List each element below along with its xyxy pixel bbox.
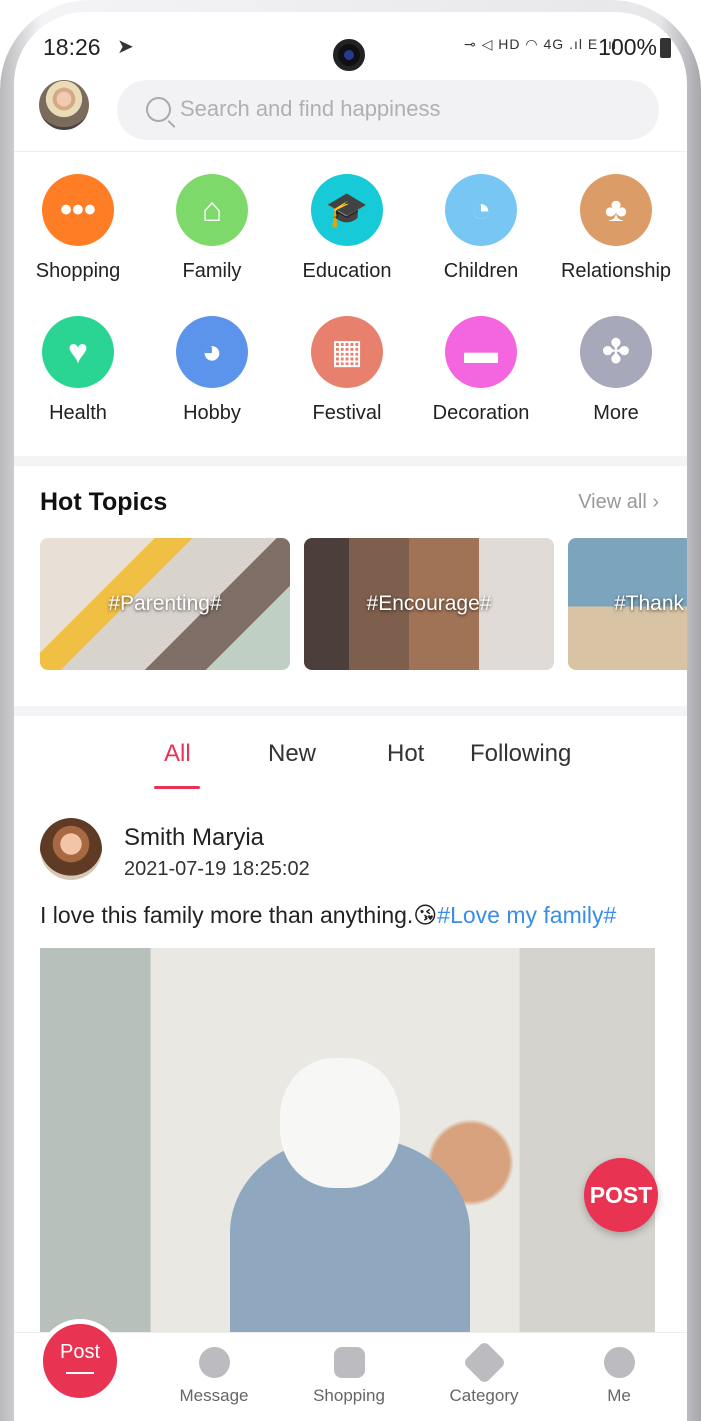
hot-topic-label: #Thank: [614, 592, 685, 615]
category-more[interactable]: ✤ More: [546, 316, 686, 425]
category-shopping[interactable]: ••• Shopping: [14, 174, 148, 283]
heart-icon: ♥: [42, 316, 114, 388]
gift-icon: ▦: [311, 316, 383, 388]
view-all-link[interactable]: View all ›: [578, 491, 659, 514]
nav-me[interactable]: Me: [564, 1347, 674, 1406]
category-hobby[interactable]: ◕ Hobby: [142, 316, 282, 425]
app-header: Search and find happiness: [14, 76, 687, 152]
section-divider: [14, 706, 687, 716]
nav-message[interactable]: Message: [159, 1347, 269, 1406]
category-health[interactable]: ♥ Health: [14, 316, 148, 425]
active-tab-indicator: [154, 786, 200, 789]
category-label: Education: [302, 260, 392, 282]
feed-tabs: All New Hot Following: [14, 740, 687, 800]
category-label: Decoration: [432, 402, 530, 424]
shopping-bag-icon: [333, 1347, 365, 1378]
category-label: Relationship: [560, 260, 672, 282]
nav-label: Message: [179, 1386, 249, 1405]
status-time: 18:26: [43, 34, 101, 60]
post-hashtag[interactable]: #Love my family#: [437, 902, 616, 928]
view-all-label: View all: [578, 491, 647, 513]
post-button-underline: [66, 1372, 94, 1374]
post-body-text: I love this family more than anything.😘: [40, 902, 438, 928]
bottom-navigation: Post Message Shopping Category Me: [14, 1319, 687, 1421]
hot-topic-label: #Encourage#: [366, 592, 492, 615]
tab-new[interactable]: New: [268, 740, 316, 768]
front-camera: [333, 39, 365, 71]
paint-roller-icon: ▬: [445, 316, 517, 388]
post-photo[interactable]: [40, 948, 655, 1338]
floating-post-button[interactable]: POST: [584, 1158, 658, 1232]
post-date: 2021-07-19 18:25:02: [124, 858, 310, 880]
search-icon: [146, 97, 171, 122]
category-label: Health: [49, 402, 107, 424]
search-placeholder: Search and find happiness: [180, 96, 441, 121]
tab-following[interactable]: Following: [470, 740, 571, 768]
hot-topic-card-encourage[interactable]: #Encourage#: [304, 538, 554, 670]
profile-avatar[interactable]: [39, 80, 89, 130]
category-label: Shopping: [35, 260, 121, 282]
post-button[interactable]: Post: [38, 1319, 122, 1403]
tab-hot[interactable]: Hot: [387, 740, 424, 768]
status-icons: ⊸ ◁ HD ◠ 4G .ıl E .ıl: [464, 36, 617, 52]
hot-topic-card-parenting[interactable]: #Parenting#: [40, 538, 290, 670]
nav-label: Me: [607, 1386, 631, 1405]
nav-shopping[interactable]: Shopping: [294, 1347, 404, 1406]
category-education[interactable]: 🎓 Education: [277, 174, 417, 283]
battery-percent: 100%: [598, 34, 657, 60]
chevron-right-icon: ›: [652, 491, 659, 513]
hot-topic-card-thanksgiving[interactable]: #Thank: [568, 538, 687, 670]
post-author-avatar[interactable]: [40, 818, 102, 880]
pacman-icon: ◕: [176, 316, 248, 388]
graduation-cap-icon: 🎓: [311, 174, 383, 246]
search-input[interactable]: Search and find happiness: [117, 80, 659, 140]
category-icon: [462, 1340, 506, 1385]
section-divider: [14, 456, 687, 466]
chat-bubble-icon: •••: [42, 174, 114, 246]
category-label: Family: [182, 260, 242, 282]
category-festival[interactable]: ▦ Festival: [277, 316, 417, 425]
parent-child-icon: ♣: [580, 174, 652, 246]
post-button-label: Post: [59, 1341, 101, 1363]
category-label: More: [593, 402, 639, 424]
category-label: Hobby: [183, 402, 241, 424]
status-bar: 18:26 ➤ ⊸ ◁ HD ◠ 4G .ıl E .ıl 100%: [14, 12, 687, 76]
nav-label: Shopping: [313, 1386, 385, 1405]
nav-category[interactable]: Category: [429, 1340, 539, 1406]
post-author-name[interactable]: Smith Maryia: [124, 824, 264, 852]
house-icon: ⌂: [176, 174, 248, 246]
category-relationship[interactable]: ♣ Relationship: [546, 174, 686, 283]
hot-topic-label: #Parenting#: [108, 592, 222, 615]
battery-icon: [660, 38, 671, 58]
profile-icon: [603, 1347, 635, 1378]
baby-icon: ◔: [445, 174, 517, 246]
category-children[interactable]: ◔ Children: [411, 174, 551, 283]
navigation-arrow-icon: ➤: [117, 36, 134, 58]
category-grid: ••• Shopping ⌂ Family 🎓 Education ◔ Children…: [14, 170, 687, 456]
category-family[interactable]: ⌂ Family: [142, 174, 282, 283]
category-label: Children: [443, 260, 519, 282]
message-icon: [198, 1347, 230, 1378]
tab-all[interactable]: All: [164, 740, 191, 768]
category-decoration[interactable]: ▬ Decoration: [411, 316, 551, 425]
app-screen: 18:26 ➤ ⊸ ◁ HD ◠ 4G .ıl E .ıl 100% Searc…: [14, 12, 687, 1421]
grid-icon: ✤: [580, 316, 652, 388]
nav-label: Category: [449, 1386, 519, 1405]
hot-topics-title: Hot Topics: [40, 488, 168, 516]
category-label: Festival: [312, 402, 382, 424]
post-text: I love this family more than anything.😘#…: [40, 902, 616, 929]
